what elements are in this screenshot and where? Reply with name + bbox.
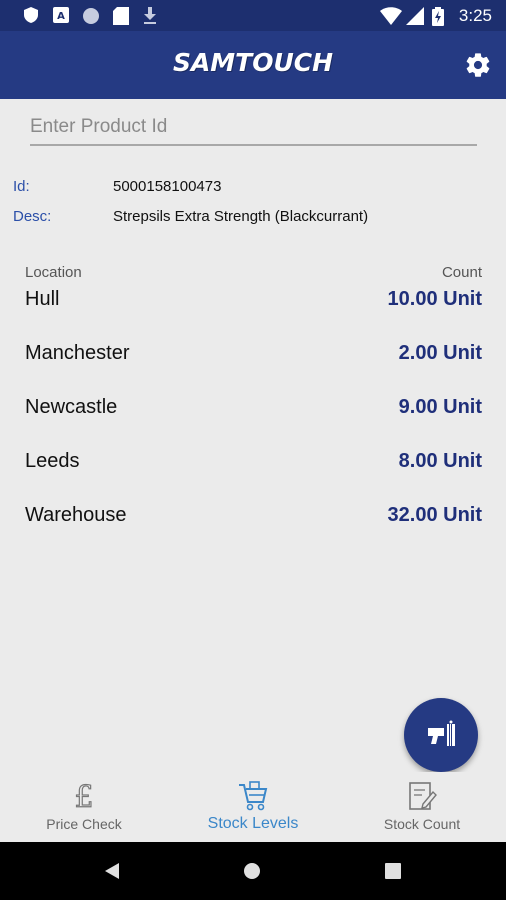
tab-stock-count[interactable]: Stock Count — [338, 772, 506, 842]
circle-icon — [83, 8, 99, 24]
status-bar: A 3:25 — [0, 0, 506, 31]
product-id-input[interactable] — [30, 110, 477, 144]
cart-icon — [239, 781, 268, 811]
download-icon — [144, 7, 156, 24]
tab-label: Stock Levels — [207, 815, 299, 832]
id-label: Id: — [13, 178, 30, 195]
recents-icon[interactable] — [385, 863, 401, 879]
product-id-field — [30, 110, 477, 146]
row-location: Leeds — [25, 450, 80, 472]
pound-icon: £ — [74, 780, 94, 812]
id-value: 5000158100473 — [113, 178, 222, 195]
row-location: Newcastle — [25, 396, 118, 418]
translate-icon: A — [53, 7, 69, 23]
shield-icon — [24, 7, 38, 23]
bottom-navigation: £ Price Check Stock Levels Stock Count — [0, 772, 506, 842]
sd-card-icon — [113, 7, 129, 25]
location-header: Location — [25, 264, 82, 281]
app-bar: SAMTOUCH — [0, 31, 506, 99]
row-location: Hull — [25, 288, 60, 310]
battery-charging-icon — [432, 7, 444, 26]
desc-label: Desc: — [13, 208, 52, 225]
row-location: Warehouse — [25, 504, 127, 526]
scan-barcode-button[interactable] — [404, 698, 478, 772]
home-icon[interactable] — [243, 862, 261, 880]
svg-text:A: A — [57, 11, 65, 22]
back-icon[interactable] — [104, 862, 120, 880]
system-navigation-bar — [0, 842, 506, 900]
gear-icon[interactable] — [464, 51, 492, 79]
desc-value: Strepsils Extra Strength (Blackcurrant) — [113, 208, 369, 225]
row-location: Manchester — [25, 342, 130, 364]
count-header: Count — [441, 264, 482, 281]
row-count: 9.00 Unit — [398, 396, 482, 418]
svg-text:£: £ — [74, 780, 93, 812]
tab-price-check[interactable]: £ Price Check — [0, 772, 168, 842]
row-count: 8.00 Unit — [398, 450, 482, 472]
status-time: 3:25 — [458, 6, 492, 25]
tab-stock-levels[interactable]: Stock Levels — [169, 772, 337, 842]
tab-label: Stock Count — [383, 816, 461, 832]
signal-icon — [406, 7, 424, 25]
row-count: 32.00 Unit — [387, 504, 482, 526]
tab-label: Price Check — [46, 816, 122, 832]
wifi-icon — [380, 7, 402, 25]
app-logo: SAMTOUCH — [172, 48, 334, 77]
barcode-scanner-icon — [428, 720, 455, 746]
row-count: 10.00 Unit — [387, 288, 482, 310]
clipboard-edit-icon — [409, 782, 437, 810]
row-count: 2.00 Unit — [398, 342, 482, 364]
